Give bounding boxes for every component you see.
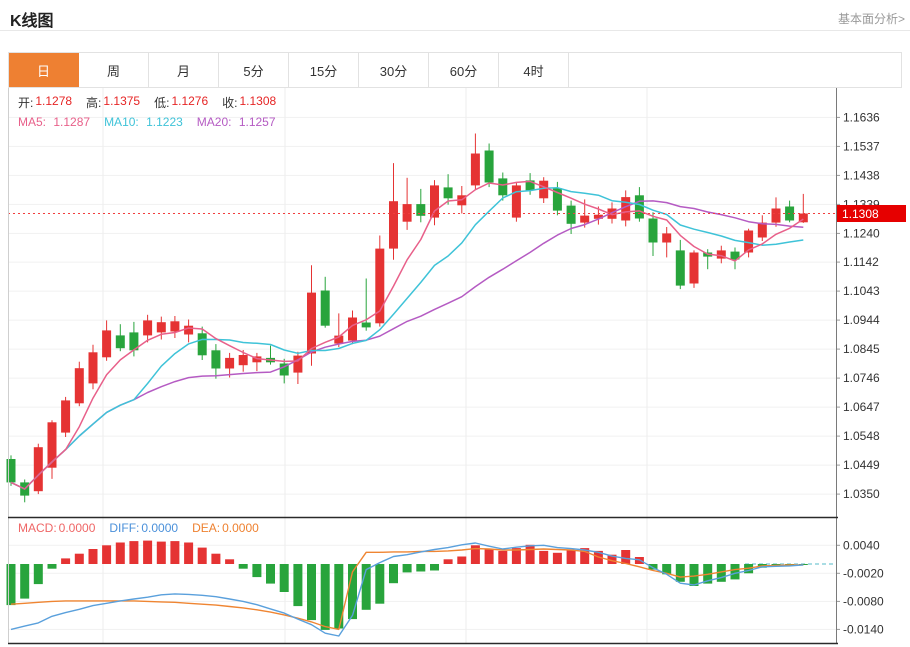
tab-5分[interactable]: 5分 [219, 53, 289, 87]
current-price-badge: 1.1308 [837, 205, 906, 222]
tab-月[interactable]: 月 [149, 53, 219, 87]
kline-page: K线图 基本面分析> 日周月5分15分30分60分4时 1.1636 1.1537… [0, 0, 910, 647]
tab-60分[interactable]: 60分 [429, 53, 499, 87]
svg-text:1.0845: 1.0845 [843, 342, 880, 356]
tab-日[interactable]: 日 [9, 53, 79, 87]
svg-text:0.0040: 0.0040 [843, 538, 880, 552]
tab-30分[interactable]: 30分 [359, 53, 429, 87]
tab-周[interactable]: 周 [79, 53, 149, 87]
candles-layer [7, 134, 808, 503]
svg-text:1.1043: 1.1043 [843, 284, 880, 298]
tab-bar: 日周月5分15分30分60分4时 [8, 52, 902, 88]
header-divider [0, 30, 910, 31]
page-title: K线图 [10, 7, 54, 31]
svg-text:1.1308: 1.1308 [842, 207, 879, 221]
svg-text:-0.0080: -0.0080 [843, 594, 884, 608]
fundamental-analysis-link[interactable]: 基本面分析> [838, 10, 905, 27]
svg-text:1.0746: 1.0746 [843, 371, 880, 385]
svg-text:-0.0020: -0.0020 [843, 566, 884, 580]
svg-text:1.0449: 1.0449 [843, 458, 880, 472]
svg-text:1.1438: 1.1438 [843, 168, 880, 182]
svg-text:1.1142: 1.1142 [843, 255, 879, 269]
tab-4时[interactable]: 4时 [499, 53, 569, 87]
svg-text:1.0350: 1.0350 [843, 487, 880, 501]
svg-text:1.1240: 1.1240 [843, 226, 880, 240]
svg-text:1.0944: 1.0944 [843, 313, 880, 327]
svg-text:1.0647: 1.0647 [843, 400, 880, 414]
svg-text:1.1636: 1.1636 [843, 110, 880, 124]
svg-text:-0.0140: -0.0140 [843, 622, 884, 636]
macd-grid: 0.0040 -0.0020 -0.0080 -0.0140 [8, 538, 884, 636]
svg-text:1.1537: 1.1537 [843, 139, 880, 153]
svg-text:1.0548: 1.0548 [843, 429, 880, 443]
tab-15分[interactable]: 15分 [289, 53, 359, 87]
kline-chart[interactable]: 1.16361.15371.14381.13391.12401.11421.10… [0, 88, 910, 647]
